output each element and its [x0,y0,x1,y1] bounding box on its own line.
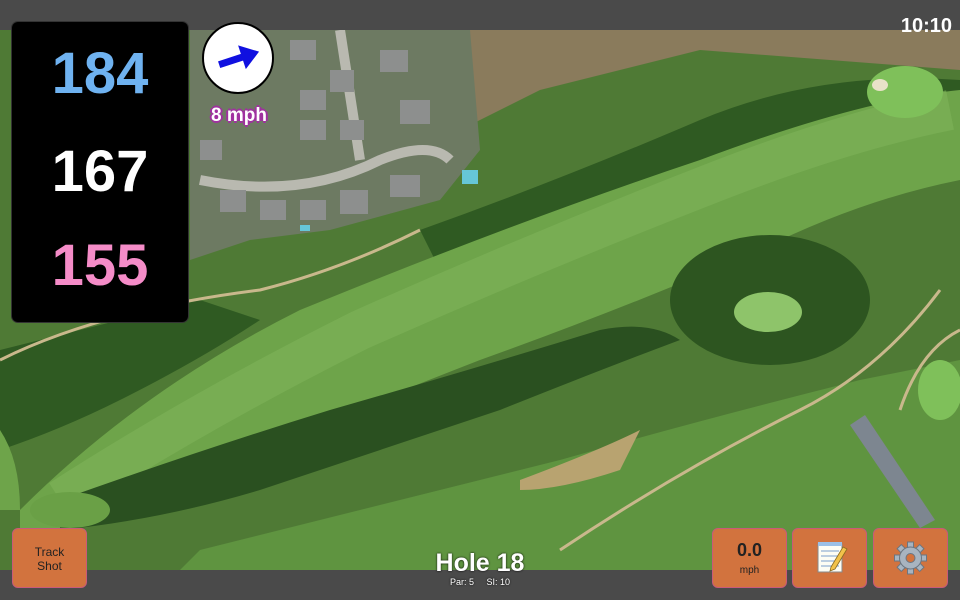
track-shot-label-line2: Shot [37,559,62,573]
distance-back: 184 [51,41,149,106]
distance-middle: 167 [51,139,149,204]
hole-title: Hole 18 [435,549,525,577]
clock: 10:10 [900,15,952,37]
track-shot-label-line1: Track [34,545,65,559]
notes-button[interactable] [792,528,867,588]
hole-stroke-index: SI: 10 [486,577,511,587]
track-shot-button[interactable]: Track Shot [12,528,87,588]
wind-arrow-icon [218,45,260,70]
speed-value: 0.0 [736,540,763,560]
hole-par: Par: 5 [449,577,474,587]
speed-unit: mph [739,565,760,576]
hole-info: Par: 5 SI: 10 [380,576,580,588]
speed-button[interactable]: 0.0 mph [712,528,787,588]
gear-icon [894,541,927,575]
wind-speed-label: 8 mph [211,105,267,126]
distance-front: 155 [51,233,149,298]
distance-panel: 184 167 155 [12,22,188,322]
settings-button[interactable] [873,528,948,588]
wind-indicator [202,22,274,94]
notepad-icon [817,542,848,573]
